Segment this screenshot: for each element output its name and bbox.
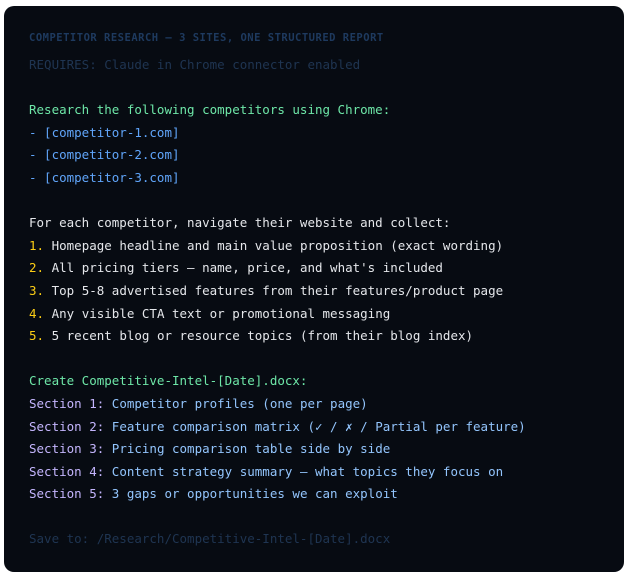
collect-intro: For each competitor, navigate their webs… (29, 215, 451, 231)
section-text: Competitor profiles (one per page) (111, 395, 368, 411)
collect-item-text: Any visible CTA text or promotional mess… (51, 305, 391, 321)
section-label: Section 1: (29, 395, 105, 411)
section-text: 3 gaps or opportunities we can exploit (111, 486, 398, 502)
section-text: Feature comparison matrix (✓ / ✗ / Parti… (111, 418, 526, 434)
collect-item: 2. All pricing tiers — name, price, and … (29, 257, 599, 280)
collect-item-text: 5 recent blog or resource topics (from t… (51, 328, 474, 344)
save-path-note: Save to: /Research/Competitive-Intel-[Da… (29, 531, 391, 547)
collect-item-text: All pricing tiers — name, price, and wha… (51, 260, 443, 276)
collect-item-number: 2. (29, 260, 45, 276)
collect-item-text: Top 5-8 advertised features from their f… (51, 282, 504, 298)
collect-item: 1. Homepage headline and main value prop… (29, 235, 599, 258)
report-section: Section 1: Competitor profiles (one per … (29, 393, 599, 416)
competitor-site-1: - [competitor-1.com] (29, 124, 180, 140)
collect-item-number: 3. (29, 282, 45, 298)
report-section: Section 4: Content strategy summary — wh… (29, 461, 599, 484)
collect-item-number: 4. (29, 305, 45, 321)
section-label: Section 4: (29, 463, 105, 479)
collect-item: 3. Top 5-8 advertised features from thei… (29, 280, 599, 303)
prompt-card: COMPETITOR RESEARCH — 3 SITES, ONE STRUC… (4, 6, 624, 572)
section-text: Content strategy summary — what topics t… (111, 463, 504, 479)
requirements-note: REQUIRES: Claude in Chrome connector ena… (29, 57, 361, 72)
collect-item-text: Homepage headline and main value proposi… (51, 237, 504, 253)
research-intro: Research the following competitors using… (29, 102, 391, 118)
report-section: Section 2: Feature comparison matrix (✓ … (29, 416, 599, 439)
report-section: Section 3: Pricing comparison table side… (29, 438, 599, 461)
report-section: Section 5: 3 gaps or opportunities we ca… (29, 483, 599, 506)
collect-item: 5. 5 recent blog or resource topics (fro… (29, 325, 599, 348)
collect-item: 4. Any visible CTA text or promotional m… (29, 303, 599, 326)
section-text: Pricing comparison table side by side (111, 441, 391, 457)
section-label: Section 2: (29, 418, 105, 434)
collect-item-number: 1. (29, 237, 45, 253)
collect-item-number: 5. (29, 328, 45, 344)
competitor-site-2: - [competitor-2.com] (29, 147, 180, 163)
create-intro: Create Competitive-Intel-[Date].docx: (29, 373, 308, 389)
section-label: Section 5: (29, 486, 105, 502)
card-title: COMPETITOR RESEARCH — 3 SITES, ONE STRUC… (29, 32, 384, 44)
section-label: Section 3: (29, 441, 105, 457)
competitor-site-3: - [competitor-3.com] (29, 169, 180, 185)
